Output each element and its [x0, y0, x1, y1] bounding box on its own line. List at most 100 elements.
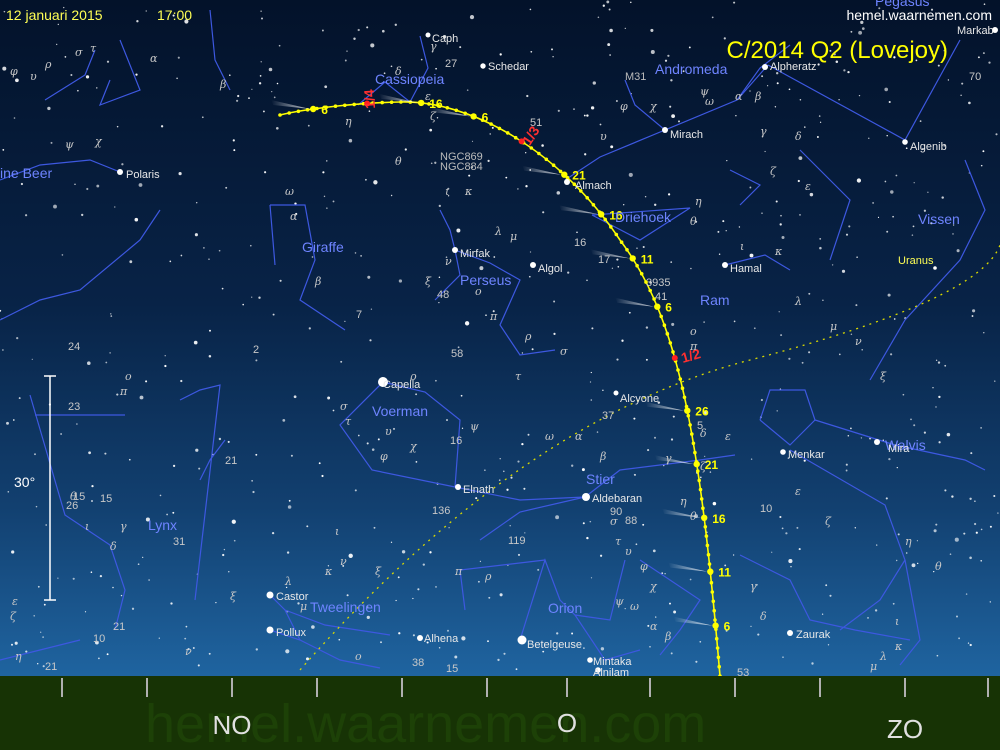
background-star: [845, 463, 848, 466]
background-star: [170, 602, 173, 605]
sky-background: [0, 0, 1000, 676]
greek-letter-label: κ: [894, 640, 903, 653]
background-star: [506, 488, 509, 491]
greek-letter-label: δ: [760, 610, 767, 623]
background-star: [602, 4, 605, 7]
greek-letter-label: α: [575, 430, 583, 443]
background-star: [98, 657, 100, 660]
background-star: [521, 352, 524, 354]
background-star: [586, 279, 588, 282]
background-star: [860, 437, 863, 439]
background-star: [322, 171, 325, 174]
background-star: [887, 293, 891, 297]
background-star: [255, 453, 258, 456]
background-star: [180, 379, 183, 383]
background-star: [667, 54, 670, 57]
background-star: [392, 427, 396, 430]
background-star: [31, 358, 33, 360]
background-star: [524, 532, 526, 534]
background-star: [348, 553, 353, 558]
background-star: [271, 90, 273, 93]
background-star: [106, 653, 109, 656]
background-star: [90, 571, 93, 573]
background-star: [221, 287, 224, 290]
background-star: [503, 652, 506, 655]
background-star: [139, 395, 144, 400]
background-star: [53, 204, 57, 209]
greek-letter-label: ο: [475, 285, 482, 298]
greek-letter-label: ξ: [425, 275, 432, 288]
comet-path-dot: [380, 100, 385, 105]
comet-path-dot: [343, 103, 347, 108]
background-star: [515, 668, 518, 671]
background-star: [617, 265, 620, 268]
background-star: [788, 559, 793, 564]
background-star: [872, 201, 875, 204]
constellation-ram: Ram: [700, 292, 730, 308]
background-star: [195, 201, 198, 204]
comet-path-dot: [715, 646, 720, 650]
comet-path-dot: [497, 126, 502, 131]
background-star: [218, 437, 222, 441]
greek-letter-label: μ: [830, 320, 837, 333]
background-star: [749, 186, 752, 189]
background-star: [989, 601, 991, 603]
background-star: [895, 559, 898, 562]
background-star: [84, 611, 87, 613]
background-star: [398, 279, 403, 283]
comet-path-dot: [682, 395, 687, 400]
background-star: [997, 512, 999, 514]
comet-path-dot: [710, 590, 715, 594]
background-star: [567, 271, 570, 274]
background-star: [184, 637, 187, 640]
background-star: [517, 188, 519, 190]
comet-path-dot: [705, 543, 710, 548]
background-star: [231, 519, 236, 524]
background-star: [583, 647, 585, 649]
constellation-tweelingen: Tweelingen: [310, 599, 381, 615]
comet-path-dot: [691, 441, 696, 446]
star-betelgeuse: Betelgeuse: [527, 639, 582, 651]
background-star: [537, 568, 540, 571]
flamsteed-number-label: 15: [100, 493, 112, 505]
background-star: [557, 109, 560, 112]
background-star: [867, 617, 869, 619]
background-star: [591, 327, 594, 330]
background-star: [609, 28, 613, 33]
background-star: [958, 637, 961, 640]
background-star: [311, 256, 314, 258]
greek-letter-label: η: [345, 115, 352, 128]
background-star: [635, 543, 638, 546]
comet-path-dot: [668, 341, 673, 345]
background-star: [949, 553, 952, 555]
background-star: [822, 299, 824, 302]
background-star: [994, 380, 996, 382]
background-star: [2, 66, 7, 71]
star-alnilam: Alnilam: [593, 667, 629, 679]
background-star: [831, 264, 834, 266]
background-star: [972, 309, 976, 313]
background-star: [642, 245, 645, 249]
constellation-cassiopeia: Cassiopeia: [375, 71, 444, 87]
background-star: [798, 548, 801, 551]
background-star: [360, 255, 362, 257]
background-star: [357, 434, 360, 437]
constellation-kleine-beer: ine Beer: [0, 165, 52, 181]
star-mira: Mira: [888, 443, 910, 455]
background-star: [344, 59, 347, 62]
star-almach: Almach: [575, 180, 612, 192]
background-star: [616, 358, 619, 361]
background-star: [850, 333, 853, 335]
flamsteed-number-label: 24: [68, 341, 80, 353]
background-star: [77, 89, 79, 92]
comet-path-dot: [505, 131, 510, 135]
constellation-pegasus: Pegasus: [875, 0, 929, 9]
background-star: [264, 171, 267, 174]
star-schedar: Schedar: [488, 61, 529, 73]
comet-path-dot: [537, 151, 541, 156]
constellation-lynx: Lynx: [148, 517, 177, 533]
background-star: [983, 3, 986, 6]
comet-path-dot: [662, 323, 667, 328]
background-star: [135, 73, 138, 76]
greek-letter-label: π: [489, 310, 498, 323]
